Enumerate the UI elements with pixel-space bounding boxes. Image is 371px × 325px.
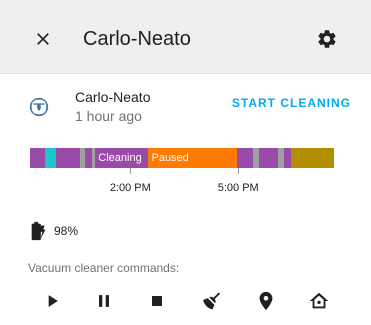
clean-spot-button[interactable] xyxy=(200,289,224,313)
timeline-segment[interactable] xyxy=(236,148,254,168)
timeline-tick-label: 5:00 PM xyxy=(217,182,259,194)
battery-level: 98% xyxy=(54,224,79,238)
dialog-title: Carlo-Neato xyxy=(83,28,191,50)
timeline-segment-paused[interactable]: Paused xyxy=(148,148,237,168)
robot-vacuum-icon xyxy=(29,97,49,117)
entity-name: Carlo-Neato xyxy=(75,89,151,105)
timeline-axis xyxy=(30,168,334,176)
close-button[interactable] xyxy=(29,25,57,53)
timeline-segment[interactable] xyxy=(55,148,81,168)
map-marker-icon xyxy=(259,291,273,311)
broom-icon xyxy=(203,292,221,310)
timeline-segment-cleaning[interactable]: Cleaning xyxy=(95,148,149,168)
pause-icon xyxy=(99,295,109,307)
close-icon xyxy=(37,33,49,45)
commands-label: Vacuum cleaner commands: xyxy=(28,261,180,275)
home-icon xyxy=(309,292,329,309)
timeline-tick-label: 2:00 PM xyxy=(109,182,151,194)
timeline-tick xyxy=(238,168,240,174)
stop-icon xyxy=(152,296,162,306)
more-info-dialog: Carlo-Neato Carlo-Neato 1 hour ago START… xyxy=(0,0,371,325)
last-changed: 1 hour ago xyxy=(75,108,142,124)
locate-button[interactable] xyxy=(254,289,278,313)
timeline-segment[interactable] xyxy=(84,148,93,168)
timeline-segment[interactable] xyxy=(45,148,56,168)
return-home-button[interactable] xyxy=(307,289,331,313)
timeline-segment[interactable] xyxy=(291,148,334,168)
timeline-tick xyxy=(130,168,132,174)
start-button[interactable] xyxy=(40,289,64,313)
history-timeline[interactable]: Cleaning Paused xyxy=(30,148,334,168)
start-cleaning-button[interactable]: START CLEANING xyxy=(232,95,351,111)
timeline-segment[interactable] xyxy=(259,148,278,168)
timeline-segment[interactable] xyxy=(283,148,292,168)
timeline-segment[interactable] xyxy=(30,148,46,168)
dialog-header: Carlo-Neato xyxy=(0,0,371,74)
gear-icon xyxy=(318,30,336,48)
play-icon xyxy=(48,295,58,307)
battery-charging-icon xyxy=(31,221,46,241)
stop-button[interactable] xyxy=(145,289,169,313)
pause-button[interactable] xyxy=(92,289,116,313)
settings-button[interactable] xyxy=(313,25,341,53)
